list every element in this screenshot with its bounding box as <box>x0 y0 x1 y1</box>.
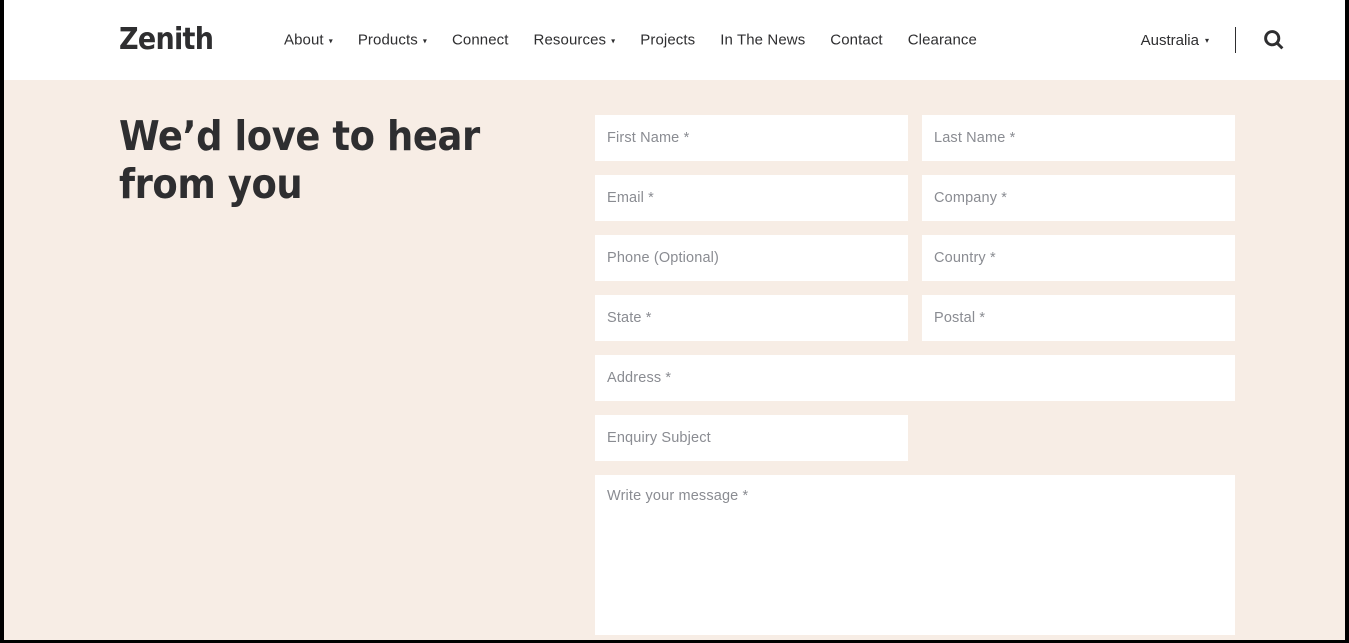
search-icon <box>1264 30 1284 50</box>
country-field[interactable]: Country * <box>922 235 1235 281</box>
browser-viewport: Zenith About ▾ Products ▾ Connect Resour… <box>4 0 1345 640</box>
main-navigation: About ▾ Products ▾ Connect Resources ▾ P… <box>284 32 977 49</box>
nav-item-resources[interactable]: Resources ▾ <box>534 32 616 49</box>
first-name-placeholder: First Name * <box>607 130 690 146</box>
nav-item-label: Projects <box>640 31 696 49</box>
address-field[interactable]: Address * <box>595 355 1235 401</box>
nav-item-label: Clearance <box>907 31 977 49</box>
search-button[interactable] <box>1261 27 1287 53</box>
brand-logo[interactable]: Zenith <box>119 25 214 55</box>
nav-item-connect[interactable]: Connect <box>452 32 509 49</box>
header-divider <box>1235 27 1236 53</box>
region-selector[interactable]: Australia ▾ <box>1141 32 1209 49</box>
chevron-down-icon: ▾ <box>1204 36 1209 45</box>
nav-item-label: Products <box>357 31 418 49</box>
enquiry-subject-placeholder: Enquiry Subject <box>607 430 711 446</box>
chevron-down-icon: ▾ <box>422 36 427 45</box>
state-field[interactable]: State * <box>595 295 908 341</box>
header-right-controls: Australia ▾ <box>1141 27 1287 53</box>
nav-item-label: In The News <box>720 31 806 49</box>
last-name-placeholder: Last Name * <box>934 130 1016 146</box>
company-placeholder: Company * <box>934 190 1008 206</box>
form-row: State * Postal * <box>595 295 1235 341</box>
region-selector-label: Australia <box>1140 31 1199 49</box>
nav-item-label: About <box>284 31 324 49</box>
company-field[interactable]: Company * <box>922 175 1235 221</box>
nav-item-products[interactable]: Products ▾ <box>358 32 427 49</box>
enquiry-subject-field[interactable]: Enquiry Subject <box>595 415 908 461</box>
nav-item-label: Resources <box>533 31 607 49</box>
email-field[interactable]: Email * <box>595 175 908 221</box>
page-title: We’d love to hear from you <box>119 112 480 208</box>
message-placeholder: Write your message * <box>607 488 749 504</box>
address-placeholder: Address * <box>607 370 672 386</box>
postal-field[interactable]: Postal * <box>922 295 1235 341</box>
site-header: Zenith About ▾ Products ▾ Connect Resour… <box>4 0 1345 80</box>
nav-item-clearance[interactable]: Clearance <box>908 32 977 49</box>
form-row: Write your message * <box>595 475 1235 635</box>
nav-item-about[interactable]: About ▾ <box>284 32 333 49</box>
email-placeholder: Email * <box>607 190 654 206</box>
chevron-down-icon: ▾ <box>611 36 616 45</box>
phone-placeholder: Phone (Optional) <box>607 250 720 266</box>
nav-item-label: Connect <box>451 31 509 49</box>
nav-item-label: Contact <box>830 31 883 49</box>
form-row: Address * <box>595 355 1235 401</box>
phone-field[interactable]: Phone (Optional) <box>595 235 908 281</box>
last-name-field[interactable]: Last Name * <box>922 115 1235 161</box>
postal-placeholder: Postal * <box>934 310 986 326</box>
first-name-field[interactable]: First Name * <box>595 115 908 161</box>
contact-form: First Name * Last Name * Email * Company… <box>595 115 1235 640</box>
form-row: Email * Company * <box>595 175 1235 221</box>
nav-item-projects[interactable]: Projects <box>640 32 695 49</box>
form-row: First Name * Last Name * <box>595 115 1235 161</box>
nav-item-in-the-news[interactable]: In The News <box>720 32 805 49</box>
message-textarea[interactable]: Write your message * <box>595 475 1235 635</box>
chevron-down-icon: ▾ <box>328 36 333 45</box>
nav-item-contact[interactable]: Contact <box>830 32 882 49</box>
state-placeholder: State * <box>607 310 652 326</box>
main-content: We’d love to hear from you First Name * … <box>4 80 1345 640</box>
country-placeholder: Country * <box>934 250 996 266</box>
form-row: Enquiry Subject <box>595 415 1235 461</box>
form-row: Phone (Optional) Country * <box>595 235 1235 281</box>
